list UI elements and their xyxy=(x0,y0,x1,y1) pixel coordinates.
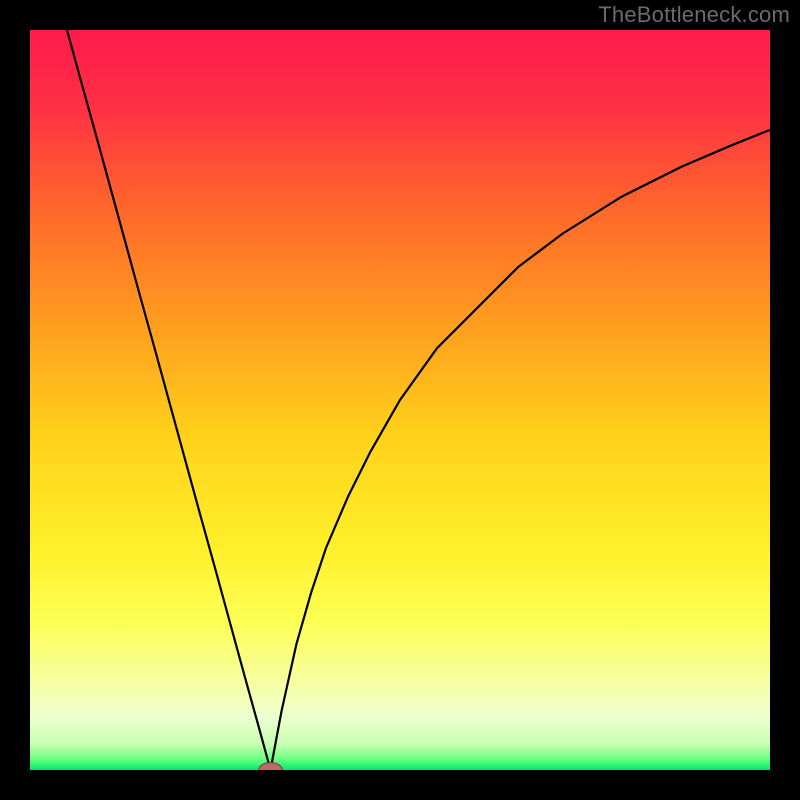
plot-area xyxy=(30,30,770,770)
chart-svg xyxy=(30,30,770,770)
watermark-text: TheBottleneck.com xyxy=(598,2,790,28)
chart-frame: TheBottleneck.com xyxy=(0,0,800,800)
